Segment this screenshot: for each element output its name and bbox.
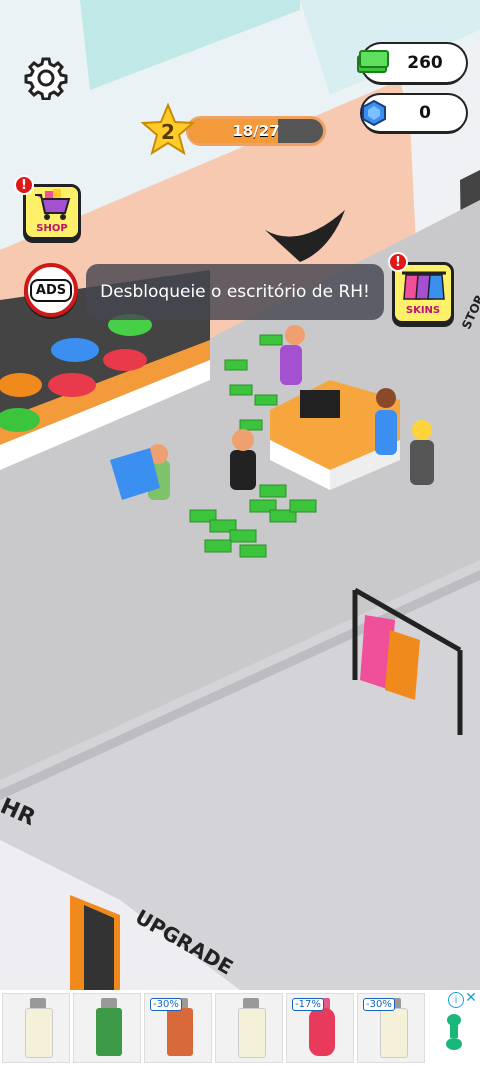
skins-button-label: SKINS [405,305,441,316]
ad-banner[interactable]: -30% -17% -30% i ✕ [0,990,480,1066]
level-progress-text: 18/27 [232,122,280,140]
store-floor-art [0,0,480,990]
cash-value: 260 [407,53,443,73]
cash-icon [357,50,389,73]
ad-product-card[interactable]: -17% [286,993,354,1063]
skins-alert-badge: ! [388,252,408,272]
discount-badge: -30% [150,998,182,1011]
remove-ads-button[interactable]: ADS [24,263,78,317]
gear-icon[interactable] [24,56,68,100]
gem-icon [362,99,386,127]
cash-counter: 260 [357,44,466,82]
perfume-bottle-icon [167,1008,193,1056]
perfume-bottle-icon [96,1008,122,1056]
discount-badge: -17% [292,998,324,1011]
ad-product-card[interactable] [73,993,141,1063]
sponsor-logo-icon [446,1014,462,1050]
level-progress-bar: 18/27 [186,116,326,146]
objective-message: Desbloqueie o escritório de RH! [86,264,384,320]
shop-button-label: SHOP [36,223,68,234]
perfume-bottle-icon [238,1008,266,1058]
clothes-rack-icon [402,271,446,300]
perfume-bottle-icon [380,1008,408,1058]
gem-value: 0 [419,103,431,123]
ad-product-card[interactable]: -30% [357,993,425,1063]
ads-label: ADS [29,278,73,302]
close-icon[interactable]: ✕ [464,990,478,1006]
shop-alert-badge: ! [14,175,34,195]
ad-product-card[interactable] [215,993,283,1063]
shop-button[interactable]: SHOP [23,184,81,240]
info-icon[interactable]: i [448,992,464,1008]
discount-badge: -30% [363,998,395,1011]
ad-product-card[interactable] [2,993,70,1063]
perfume-bottle-icon [25,1008,53,1058]
level-number: 2 [161,120,175,144]
gem-counter: 0 [362,95,466,131]
perfume-bottle-icon [309,1008,335,1056]
ad-product-card[interactable]: -30% [144,993,212,1063]
game-scene[interactable]: HR UPGRADE STOR 260 0 18/27 2 SHOP ! SKI… [0,0,480,990]
shopping-cart-icon [35,189,71,220]
